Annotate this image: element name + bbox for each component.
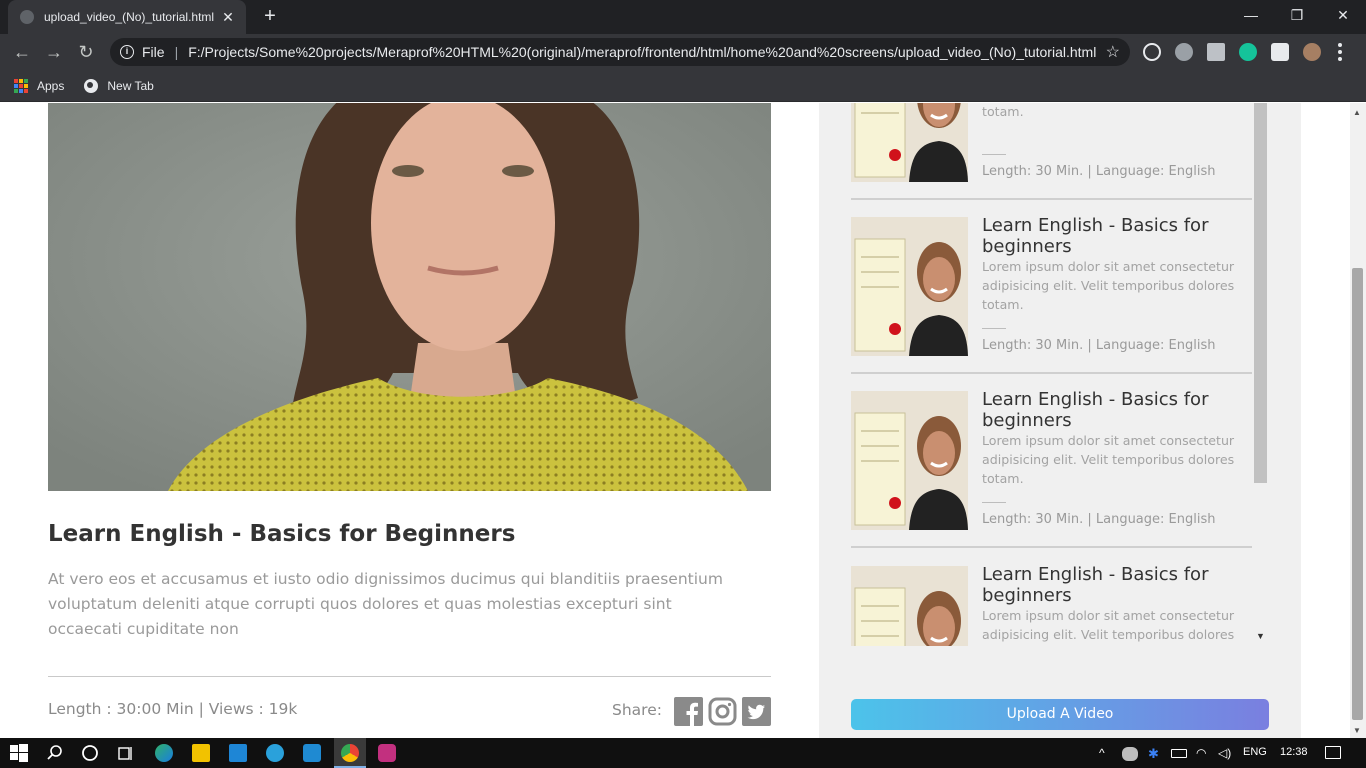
taskbar: ^ ✱ ◠ ◁) ENG 12:38 bbox=[0, 738, 1366, 768]
video-title: Learn English - Basics for Beginners bbox=[48, 521, 516, 547]
content-divider bbox=[48, 676, 771, 677]
upload-video-button[interactable]: Upload A Video bbox=[851, 699, 1269, 730]
edge-icon[interactable] bbox=[155, 744, 173, 762]
card-thumbnail[interactable] bbox=[851, 566, 968, 646]
tray-expand-icon[interactable]: ^ bbox=[1099, 746, 1105, 760]
video-frame-image bbox=[48, 103, 771, 491]
cortana-icon[interactable] bbox=[81, 744, 99, 762]
video-player[interactable] bbox=[48, 103, 771, 491]
card-meta: Length: 30 Min. | Language: English bbox=[982, 338, 1216, 353]
bluetooth-icon[interactable]: ✱ bbox=[1148, 746, 1159, 762]
playlist-sidebar: adipisicing elit. Velit temporibus dolor… bbox=[819, 103, 1301, 738]
card-thumbnail[interactable] bbox=[851, 217, 968, 356]
tab-close-icon[interactable]: ✕ bbox=[220, 9, 236, 26]
bookmark-icon[interactable] bbox=[1207, 43, 1225, 61]
apps-grid-icon bbox=[14, 78, 28, 93]
new-tab-button[interactable]: + bbox=[258, 4, 282, 28]
battery-icon[interactable] bbox=[1171, 749, 1187, 758]
globe-favicon-icon bbox=[20, 10, 34, 24]
bookmark-new-tab[interactable]: New Tab bbox=[84, 78, 154, 93]
notifications-icon[interactable] bbox=[1325, 746, 1341, 759]
card-meta: Length: 30 Min. | Language: English bbox=[982, 512, 1216, 527]
browser-tab-strip: upload_video_(No)_tutorial.html ✕ + — ❐ … bbox=[0, 0, 1366, 34]
bookmarks-bar: Apps New Tab bbox=[0, 70, 1366, 102]
card-meta: Length: 30 Min. | Language: English bbox=[982, 164, 1216, 179]
page-scrollbar-thumb[interactable] bbox=[1352, 268, 1363, 720]
tab-title: upload_video_(No)_tutorial.html bbox=[44, 10, 215, 24]
card-separator bbox=[982, 502, 1006, 503]
app-icon[interactable] bbox=[378, 744, 396, 762]
card-description: Lorem ipsum dolor sit amet consectetur a… bbox=[982, 433, 1235, 486]
card-description: adipisicing elit. Velit temporibus dolor… bbox=[982, 104, 1024, 119]
profile-avatar[interactable] bbox=[1303, 43, 1321, 61]
card-thumbnail[interactable] bbox=[851, 391, 968, 530]
site-info-icon[interactable]: i bbox=[120, 45, 134, 59]
instagram-icon[interactable] bbox=[708, 697, 737, 726]
search-icon[interactable] bbox=[46, 744, 64, 762]
close-window-button[interactable]: ✕ bbox=[1320, 0, 1366, 32]
telegram-icon[interactable] bbox=[266, 744, 284, 762]
address-scheme-label: File bbox=[142, 44, 165, 60]
kebab-menu-icon[interactable] bbox=[1338, 43, 1342, 61]
task-view-icon[interactable] bbox=[117, 744, 135, 762]
address-url[interactable]: F:/Projects/Some%20projects/Meraprof%20H… bbox=[188, 44, 1097, 60]
video-meta: Length : 30:00 Min | Views : 19k bbox=[48, 700, 298, 718]
globe-icon bbox=[84, 78, 99, 93]
playlist-scrollbar-thumb[interactable] bbox=[1254, 103, 1267, 483]
card-separator bbox=[982, 154, 1006, 155]
address-bar[interactable]: i File | F:/Projects/Some%20projects/Mer… bbox=[110, 38, 1130, 66]
browser-toolbar: ← → ↻ i File | F:/Projects/Some%20projec… bbox=[0, 34, 1366, 70]
playlist-card[interactable]: adipisicing elit. Velit temporibus dolor… bbox=[851, 103, 1252, 200]
wifi-icon[interactable]: ◠ bbox=[1196, 746, 1206, 760]
chrome-icon[interactable] bbox=[341, 744, 359, 762]
grammarly-icon[interactable] bbox=[1239, 43, 1257, 61]
card-separator bbox=[982, 328, 1006, 329]
share-label: Share: bbox=[612, 701, 662, 719]
card-thumbnail[interactable] bbox=[851, 103, 968, 182]
windows-start-icon[interactable] bbox=[10, 744, 28, 762]
playlist-card[interactable]: Learn English - Basics for beginners Lore… bbox=[851, 373, 1252, 548]
page-scroll-up-icon[interactable]: ▲ bbox=[1353, 108, 1361, 117]
playlist-scroll-down-icon[interactable]: ▼ bbox=[1256, 631, 1265, 641]
bookmark-label: Apps bbox=[37, 78, 65, 93]
facebook-icon[interactable] bbox=[674, 697, 703, 726]
clock-time[interactable]: 12:38 bbox=[1280, 746, 1308, 758]
restore-window-button[interactable]: ❐ bbox=[1274, 0, 1320, 32]
volume-icon[interactable]: ◁) bbox=[1218, 746, 1231, 760]
vscode-icon[interactable] bbox=[303, 744, 321, 762]
bookmark-star-icon[interactable]: ☆ bbox=[1106, 42, 1120, 62]
playlist-scroll-area[interactable]: adipisicing elit. Velit temporibus dolor… bbox=[851, 103, 1269, 646]
twitter-icon[interactable] bbox=[742, 697, 771, 726]
address-separator: | bbox=[174, 44, 179, 60]
puzzle-icon[interactable] bbox=[1271, 43, 1289, 61]
compass-icon[interactable] bbox=[1175, 43, 1193, 61]
minimize-window-button[interactable]: — bbox=[1228, 0, 1274, 32]
card-description: Lorem ipsum dolor sit amet consectetur a… bbox=[982, 259, 1235, 312]
onedrive-icon[interactable] bbox=[1122, 747, 1138, 761]
card-title[interactable]: Learn English - Basics for beginners bbox=[982, 564, 1242, 606]
mail-icon[interactable] bbox=[229, 744, 247, 762]
bookmark-apps[interactable]: Apps bbox=[14, 78, 65, 93]
page-viewport: Learn English - Basics for Beginners At … bbox=[0, 103, 1350, 738]
forward-button[interactable]: → bbox=[42, 40, 66, 64]
browser-tab[interactable]: upload_video_(No)_tutorial.html ✕ bbox=[8, 0, 246, 34]
react-icon[interactable] bbox=[1143, 43, 1161, 61]
video-description: At vero eos et accusamus et iusto odio d… bbox=[48, 570, 723, 638]
card-title[interactable]: Learn English - Basics for beginners bbox=[982, 215, 1242, 257]
card-title[interactable]: Learn English - Basics for beginners bbox=[982, 389, 1242, 431]
playlist-card[interactable]: Learn English - Basics for beginners Lore… bbox=[851, 548, 1252, 646]
card-description: Lorem ipsum dolor sit amet consectetur a… bbox=[982, 608, 1235, 642]
reload-button[interactable]: ↻ bbox=[74, 40, 98, 64]
file-explorer-icon[interactable] bbox=[192, 744, 210, 762]
bookmark-label: New Tab bbox=[107, 78, 154, 93]
input-language[interactable]: ENG bbox=[1243, 746, 1267, 758]
playlist-card[interactable]: Learn English - Basics for beginners Lore… bbox=[851, 199, 1252, 374]
page-scroll-down-icon[interactable]: ▼ bbox=[1353, 726, 1361, 735]
back-button[interactable]: ← bbox=[10, 40, 34, 64]
